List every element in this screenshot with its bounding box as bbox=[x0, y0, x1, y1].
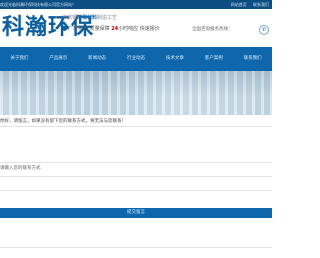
nav-item-about[interactable]: 关于我们 bbox=[0, 47, 39, 71]
top-utility-bar: 欢迎光临科瀚环保科技有限公司官方网站！ 网站首页 联系我们 bbox=[0, 0, 272, 9]
banner-image bbox=[0, 71, 272, 115]
welcome-notice: 欢迎光临科瀚环保科技有限公司官方网站！ bbox=[0, 2, 76, 7]
nav-item-products[interactable]: 产品展示 bbox=[39, 47, 78, 71]
nav-item-articles[interactable]: 技术文章 bbox=[155, 47, 194, 71]
slogan-line-2: 厂家实力 质量保障 24小时响应 快速报价 bbox=[62, 25, 160, 32]
extra-field-2[interactable] bbox=[0, 190, 272, 205]
hotline-label: 全国咨询服务热线： bbox=[192, 27, 233, 32]
contact-link[interactable]: 联系我们 bbox=[253, 2, 269, 7]
contact-placeholder: 请输入您的联系方式 bbox=[0, 166, 41, 171]
nav-item-contact[interactable]: 联系我们 bbox=[233, 47, 272, 71]
message-textarea[interactable] bbox=[0, 126, 272, 141]
message-form: 你好，请留言，如果没有留下您的联系方式，将无法与您联系！ 请输入您的联系方式 提… bbox=[0, 115, 272, 258]
page: 欢迎光临科瀚环保科技有限公司官方网站！ 网站首页 联系我们 科瀚环保 不锈钢环保… bbox=[0, 0, 272, 258]
slogan-line-1: 不锈钢环保材料制造工艺 bbox=[62, 15, 118, 21]
form-intro: 你好，请留言，如果没有留下您的联系方式，将无法与您联系！ bbox=[0, 119, 126, 124]
phone-icon: ✆ bbox=[259, 25, 269, 35]
nav-item-industry[interactable]: 行业动态 bbox=[117, 47, 156, 71]
site-header: 科瀚环保 不锈钢环保材料制造工艺 厂家实力 质量保障 24小时响应 快速报价 全… bbox=[0, 9, 272, 47]
contact-field[interactable]: 请输入您的联系方式 bbox=[0, 162, 272, 177]
check-badge-icon bbox=[62, 26, 67, 31]
main-nav: 关于我们 产品展示 新闻动态 行业动态 技术文章 客户案例 联系我们 bbox=[0, 47, 272, 71]
top-links: 网站首页 联系我们 bbox=[226, 0, 269, 9]
divider bbox=[0, 247, 272, 248]
nav-item-news[interactable]: 新闻动态 bbox=[78, 47, 117, 71]
nav-item-cases[interactable]: 客户案例 bbox=[194, 47, 233, 71]
submit-button[interactable]: 提交留言 bbox=[0, 208, 272, 218]
header-slogan: 不锈钢环保材料制造工艺 厂家实力 质量保障 24小时响应 快速报价 bbox=[62, 14, 160, 32]
extra-field-1[interactable] bbox=[0, 176, 272, 191]
home-link[interactable]: 网站首页 bbox=[231, 2, 247, 7]
